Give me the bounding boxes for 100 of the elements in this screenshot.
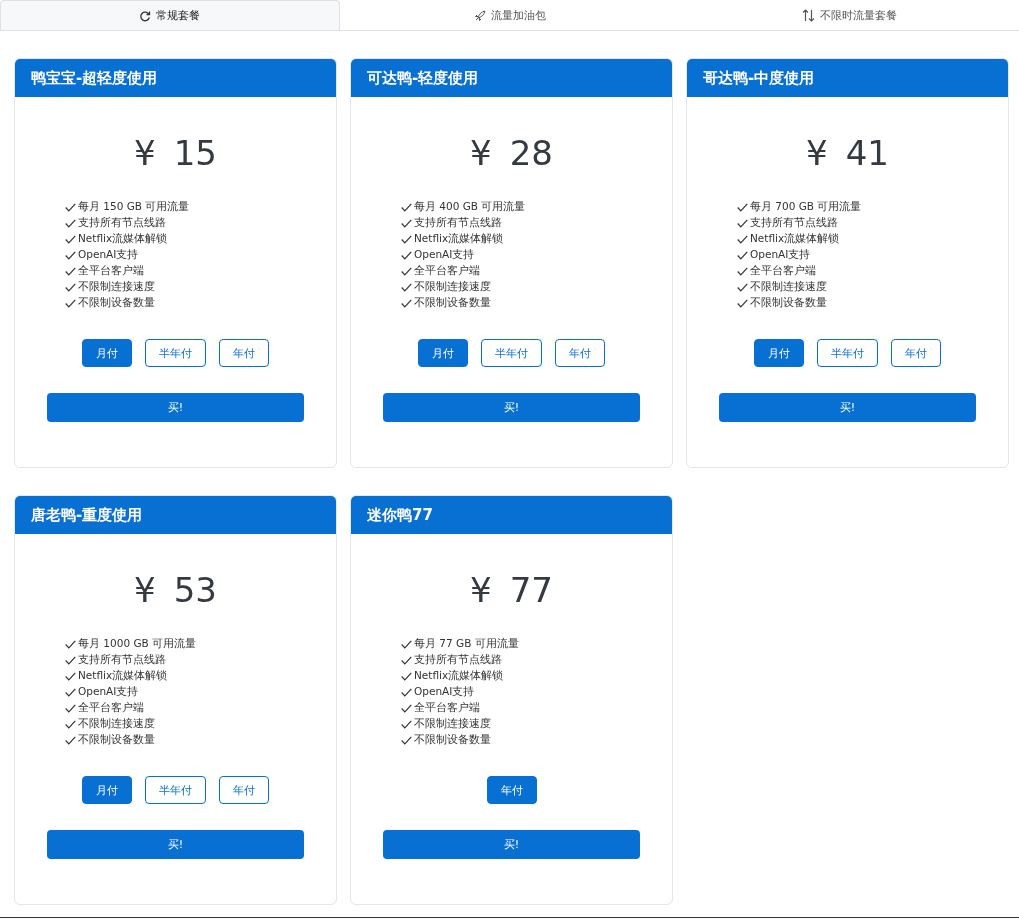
price-amount: 41	[845, 133, 889, 173]
checkmark-icon	[401, 298, 412, 308]
feature-text: OpenAI支持	[414, 248, 475, 262]
billing-period-button[interactable]: 月付	[82, 776, 132, 804]
price-amount: 15	[173, 133, 217, 173]
feature-text: 每月 77 GB 可用流量	[414, 637, 519, 651]
feature-text: Netflix流媒体解锁	[78, 232, 168, 246]
feature-text: 不限制连接速度	[414, 280, 491, 294]
rocket-icon	[473, 9, 486, 22]
buy-button[interactable]: 买!	[383, 393, 640, 422]
currency-symbol: ¥	[806, 133, 828, 173]
checkmark-icon	[401, 639, 412, 649]
price-amount: 77	[509, 570, 553, 610]
checkmark-icon	[65, 687, 76, 697]
feature-text: 不限制连接速度	[414, 717, 491, 731]
plan-title: 哥达鸭-中度使用	[687, 59, 1008, 97]
buy-button[interactable]: 买!	[719, 393, 976, 422]
checkmark-icon	[737, 234, 748, 244]
billing-period-button[interactable]: 半年付	[145, 776, 206, 804]
feature-text: OpenAI支持	[414, 685, 475, 699]
feature-text: Netflix流媒体解锁	[78, 669, 168, 683]
feature-text: 全平台客户端	[78, 701, 144, 715]
checkmark-icon	[401, 703, 412, 713]
checkmark-icon	[737, 282, 748, 292]
feature-text: 不限制连接速度	[78, 717, 155, 731]
billing-period-button[interactable]: 年付	[891, 339, 941, 367]
plan-title: 可达鸭-轻度使用	[351, 59, 672, 97]
price-amount: 28	[509, 133, 553, 173]
buy-button[interactable]: 买!	[47, 393, 304, 422]
checkmark-icon	[65, 719, 76, 729]
billing-period-button[interactable]: 年付	[555, 339, 605, 367]
checkmark-icon	[401, 282, 412, 292]
feature-text: Netflix流媒体解锁	[750, 232, 840, 246]
billing-period-button[interactable]: 半年付	[145, 339, 206, 367]
feature-text: 支持所有节点线路	[414, 653, 502, 667]
feature-text: 全平台客户端	[78, 264, 144, 278]
checkmark-icon	[401, 735, 412, 745]
tab[interactable]: 常规套餐	[0, 0, 340, 30]
checkmark-icon	[737, 202, 748, 212]
checkmark-icon	[65, 282, 76, 292]
sort-arrows-icon	[801, 9, 815, 22]
feature-text: OpenAI支持	[78, 685, 139, 699]
checkmark-icon	[401, 655, 412, 665]
checkmark-icon	[401, 266, 412, 276]
checkmark-icon	[65, 671, 76, 681]
billing-period-button[interactable]: 月付	[418, 339, 468, 367]
feature-text: 每月 150 GB 可用流量	[78, 200, 190, 214]
feature-text: 不限制设备数量	[78, 733, 155, 747]
feature-text: Netflix流媒体解锁	[414, 669, 504, 683]
billing-period-button[interactable]: 半年付	[817, 339, 878, 367]
feature-text: 全平台客户端	[414, 701, 480, 715]
checkmark-icon	[737, 218, 748, 228]
billing-period-button[interactable]: 月付	[754, 339, 804, 367]
checkmark-icon	[401, 719, 412, 729]
currency-symbol: ¥	[470, 570, 492, 610]
refresh-icon	[139, 9, 152, 22]
plan-title: 迷你鸭77	[351, 496, 672, 534]
checkmark-icon	[401, 218, 412, 228]
billing-period-button[interactable]: 半年付	[481, 339, 542, 367]
checkmark-icon	[65, 250, 76, 260]
checkmark-icon	[737, 250, 748, 260]
billing-period-button[interactable]: 年付	[486, 776, 537, 804]
checkmark-icon	[65, 202, 76, 212]
feature-text: 支持所有节点线路	[78, 653, 166, 667]
checkmark-icon	[65, 655, 76, 665]
feature-text: Netflix流媒体解锁	[414, 232, 504, 246]
feature-text: 全平台客户端	[750, 264, 816, 278]
feature-text: 支持所有节点线路	[414, 216, 502, 230]
checkmark-icon	[65, 298, 76, 308]
feature-text: OpenAI支持	[750, 248, 811, 262]
currency-symbol: ¥	[134, 133, 156, 173]
checkmark-icon	[401, 250, 412, 260]
billing-period-button[interactable]: 年付	[219, 339, 269, 367]
checkmark-icon	[65, 703, 76, 713]
feature-text: 每月 400 GB 可用流量	[414, 200, 526, 214]
currency-symbol: ¥	[134, 570, 156, 610]
feature-text: 不限制设备数量	[414, 296, 491, 310]
checkmark-icon	[401, 234, 412, 244]
price-amount: 53	[173, 570, 217, 610]
feature-text: 全平台客户端	[414, 264, 480, 278]
feature-text: 不限制连接速度	[750, 280, 827, 294]
feature-text: OpenAI支持	[78, 248, 139, 262]
feature-text: 支持所有节点线路	[750, 216, 838, 230]
checkmark-icon	[65, 735, 76, 745]
currency-symbol: ¥	[470, 133, 492, 173]
feature-text: 不限制连接速度	[78, 280, 155, 294]
plan-title: 唐老鸭-重度使用	[15, 496, 336, 534]
billing-period-button[interactable]: 月付	[82, 339, 132, 367]
checkmark-icon	[401, 671, 412, 681]
feature-text: 每月 1000 GB 可用流量	[78, 637, 197, 651]
feature-text: 每月 700 GB 可用流量	[750, 200, 862, 214]
feature-text: 不限制设备数量	[414, 733, 491, 747]
checkmark-icon	[737, 266, 748, 276]
feature-text: 不限制设备数量	[78, 296, 155, 310]
checkmark-icon	[737, 298, 748, 308]
plan-title: 鸭宝宝-超轻度使用	[15, 59, 336, 97]
buy-button[interactable]: 买!	[47, 830, 304, 859]
buy-button[interactable]: 买!	[383, 830, 640, 859]
billing-period-button[interactable]: 年付	[219, 776, 269, 804]
checkmark-icon	[65, 234, 76, 244]
